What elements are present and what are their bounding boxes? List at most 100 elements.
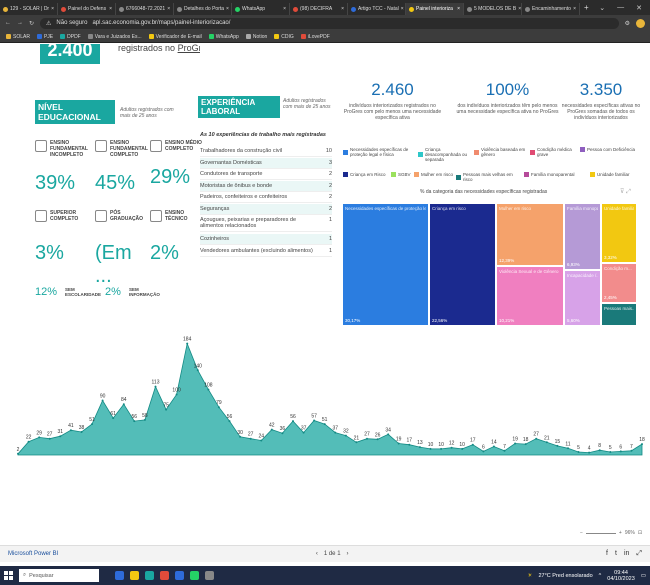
legend-item[interactable]: Família monoparental: [524, 172, 586, 177]
taskbar-search[interactable]: ⌕ Pesquisar: [19, 569, 99, 582]
tray-icon[interactable]: ^: [599, 573, 602, 579]
data-point[interactable]: [450, 446, 453, 449]
data-point[interactable]: [112, 417, 115, 420]
reload-icon[interactable]: ↻: [29, 20, 34, 27]
data-point[interactable]: [598, 449, 601, 452]
fit-page-icon[interactable]: ⊡: [638, 530, 642, 536]
expand-icon[interactable]: ⤢: [626, 189, 631, 195]
share-icon[interactable]: f: [606, 550, 608, 558]
browser-tab[interactable]: 5 MODELOS DE B ×: [464, 3, 522, 15]
data-point[interactable]: [376, 438, 379, 441]
zoom-in-icon[interactable]: +: [619, 530, 622, 536]
browser-tab[interactable]: Artigo TCC - Natal ×: [348, 3, 406, 15]
browser-tab[interactable]: WhatsApp ×: [232, 3, 290, 15]
data-point[interactable]: [323, 423, 326, 426]
data-point[interactable]: [302, 431, 305, 434]
data-point[interactable]: [80, 431, 83, 433]
close-tab-icon[interactable]: ×: [51, 6, 54, 12]
bookmark-item[interactable]: Vara e Juizados Es...: [87, 34, 142, 40]
fullscreen-icon[interactable]: ⤢: [636, 550, 642, 558]
back-icon[interactable]: ←: [5, 20, 11, 26]
close-icon[interactable]: ✕: [636, 4, 642, 12]
data-point[interactable]: [492, 445, 495, 448]
data-point[interactable]: [482, 450, 485, 453]
data-point[interactable]: [344, 434, 347, 437]
browser-tab[interactable]: (98) DECIFRA ×: [290, 3, 348, 15]
data-point[interactable]: [154, 385, 157, 388]
url-field[interactable]: ⚠ Não seguro apl.sac.economia.gov.br/map…: [40, 17, 619, 29]
bookmark-item[interactable]: PJE: [36, 34, 53, 40]
forward-icon[interactable]: →: [17, 20, 23, 26]
data-point[interactable]: [101, 399, 104, 402]
data-point[interactable]: [175, 393, 178, 396]
linkedin-icon[interactable]: in: [624, 550, 629, 558]
close-tab-icon[interactable]: ×: [573, 6, 576, 12]
treemap-cell[interactable]: Família monopa... 6,93%: [564, 203, 601, 270]
bookmark-item[interactable]: iLovePDF: [300, 34, 330, 40]
data-point[interactable]: [556, 444, 559, 447]
legend-item[interactable]: Pessoa com Deficiência: [580, 147, 640, 152]
data-point[interactable]: [503, 449, 506, 452]
bookmark-item[interactable]: Notion: [245, 34, 267, 40]
legend-item[interactable]: Criança em Risco: [343, 172, 388, 177]
data-point[interactable]: [69, 429, 72, 432]
data-point[interactable]: [59, 435, 62, 438]
zoom-slider[interactable]: [585, 532, 616, 534]
chevron-down-icon[interactable]: ⌄: [599, 4, 605, 12]
data-point[interactable]: [133, 420, 136, 423]
treemap-cell[interactable]: Violência Sexual e de Gênero 10,21%: [496, 266, 564, 326]
treemap-cell[interactable]: Mulher em risco 12,39%: [496, 203, 564, 266]
data-point[interactable]: [418, 446, 421, 449]
bookmark-item[interactable]: Verificador de E-mail: [148, 34, 202, 40]
data-point[interactable]: [471, 443, 474, 446]
data-point[interactable]: [270, 428, 273, 431]
windows-start-icon[interactable]: [4, 571, 13, 580]
legend-item[interactable]: Criança desacompanhada ou separada: [418, 147, 470, 162]
data-point[interactable]: [545, 441, 548, 444]
browser-tab[interactable]: Painel do Defens ×: [58, 3, 116, 15]
data-point[interactable]: [260, 439, 263, 442]
taskbar-app-icon[interactable]: [115, 571, 124, 580]
close-tab-icon[interactable]: ×: [167, 6, 170, 12]
data-point[interactable]: [143, 418, 146, 421]
profile-avatar[interactable]: [636, 18, 645, 28]
close-tab-icon[interactable]: ×: [401, 6, 404, 12]
data-point[interactable]: [408, 443, 411, 446]
data-point[interactable]: [619, 450, 622, 453]
taskbar-app-icon[interactable]: [205, 571, 214, 580]
taskbar-app-icon[interactable]: [130, 571, 139, 580]
notification-icon[interactable]: ▭: [641, 573, 646, 579]
data-point[interactable]: [588, 451, 591, 454]
powerbi-link[interactable]: Microsoft Power BI: [8, 551, 58, 557]
legend-item[interactable]: Violência baseada em gênero: [474, 147, 526, 157]
treemap-cell[interactable]: Pessoas mais...: [601, 303, 637, 326]
legend-item[interactable]: Unidade familiar: [590, 172, 640, 177]
data-point[interactable]: [91, 423, 93, 426]
legend-item[interactable]: SGBV: [391, 172, 411, 177]
browser-tab[interactable]: Painel interioriza ×: [406, 3, 464, 15]
data-point[interactable]: [17, 452, 19, 455]
browser-tab[interactable]: Detalhes do Porta ×: [174, 3, 232, 15]
data-point[interactable]: [249, 437, 252, 440]
legend-item[interactable]: Condição médica grave: [530, 147, 576, 157]
data-point[interactable]: [48, 437, 51, 440]
next-page-icon[interactable]: ›: [347, 551, 349, 557]
data-point[interactable]: [207, 388, 210, 391]
data-point[interactable]: [165, 408, 168, 411]
taskbar-app-icon[interactable]: [145, 571, 154, 580]
twitter-icon[interactable]: t: [615, 550, 617, 558]
new-tab-button[interactable]: +: [584, 3, 589, 12]
treemap-cell[interactable]: Condição m... 2,45%: [601, 263, 637, 303]
extensions-icon[interactable]: ⚙: [625, 20, 630, 27]
bookmark-item[interactable]: SOLAR: [6, 34, 30, 40]
browser-tab[interactable]: 6766048-72.2021 ×: [116, 3, 174, 15]
data-point[interactable]: [567, 447, 569, 450]
data-point[interactable]: [461, 447, 464, 450]
prev-page-icon[interactable]: ‹: [316, 551, 318, 557]
taskbar-app-icon[interactable]: [190, 571, 199, 580]
data-point[interactable]: [577, 451, 580, 453]
browser-tab[interactable]: Encaminhamento ×: [522, 3, 580, 15]
close-tab-icon[interactable]: ×: [518, 6, 521, 12]
legend-item[interactable]: Necessidades específicas de proteção leg…: [343, 147, 413, 157]
data-point[interactable]: [186, 342, 189, 345]
